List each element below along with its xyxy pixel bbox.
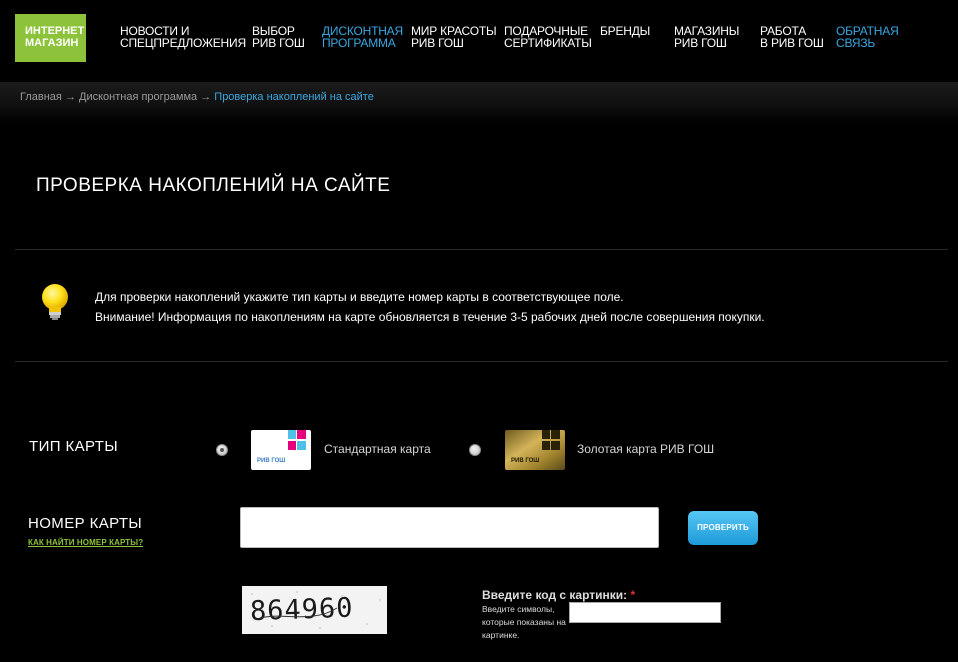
nav-feedback[interactable]: ОБРАТНАЯ СВЯЗЬ xyxy=(836,25,899,49)
divider xyxy=(15,249,948,250)
breadcrumb-home[interactable]: Главная xyxy=(20,91,62,103)
gold-card-image[interactable]: РИВ ГОШ xyxy=(505,430,565,470)
captcha-code: 864960 xyxy=(249,593,354,628)
check-button[interactable]: ПРОВЕРИТЬ xyxy=(688,511,758,545)
breadcrumb-separator: → xyxy=(200,91,212,103)
card-number-label: НОМЕР КАРТЫ xyxy=(28,515,143,532)
captcha-title-text: Введите код с картинки: xyxy=(482,588,628,602)
info-line-1: Для проверки накоплений укажите тип карт… xyxy=(95,290,624,304)
captcha-input[interactable] xyxy=(569,602,721,623)
captcha-title: Введите код с картинки: * xyxy=(482,588,635,602)
breadcrumb-discount-program[interactable]: Дисконтная программа xyxy=(79,91,197,103)
top-navigation: ИНТЕРНЕТ МАГАЗИН НОВОСТИ И СПЕЦПРЕДЛОЖЕН… xyxy=(0,0,958,82)
nav-choice[interactable]: ВЫБОР РИВ ГОШ xyxy=(252,25,305,49)
card-number-input[interactable] xyxy=(240,507,659,548)
breadcrumb: Главная → Дисконтная программа → Проверк… xyxy=(20,91,374,103)
nav-gift-certificates[interactable]: ПОДАРОЧНЫЕ СЕРТИФИКАТЫ xyxy=(504,25,592,49)
info-line-2: Внимание! Информация по накоплениям на к… xyxy=(95,310,765,324)
breadcrumb-separator: → xyxy=(64,91,76,103)
info-text: Для проверки накоплений укажите тип карт… xyxy=(95,287,765,327)
lightbulb-icon xyxy=(42,284,68,320)
nav-discount-program[interactable]: ДИСКОНТНАЯ ПРОГРАММА xyxy=(322,25,403,49)
find-card-number-link[interactable]: КАК НАЙТИ НОМЕР КАРТЫ? xyxy=(28,538,143,547)
gold-card-radio[interactable] xyxy=(469,444,481,456)
standard-card-image[interactable]: РИВ ГОШ xyxy=(251,430,311,470)
nav-careers[interactable]: РАБОТА В РИВ ГОШ xyxy=(760,25,824,49)
nav-brands[interactable]: БРЕНДЫ xyxy=(600,25,650,37)
gold-card-label[interactable]: Золотая карта РИВ ГОШ xyxy=(577,442,714,456)
required-mark: * xyxy=(630,588,636,602)
standard-card-radio[interactable] xyxy=(216,444,228,456)
nav-news[interactable]: НОВОСТИ И СПЕЦПРЕДЛОЖЕНИЯ xyxy=(120,25,246,49)
nav-beauty-world[interactable]: МИР КРАСОТЫ РИВ ГОШ xyxy=(411,25,497,49)
online-shop-button[interactable]: ИНТЕРНЕТ МАГАЗИН xyxy=(15,14,86,62)
gold-card-logo-text: РИВ ГОШ xyxy=(511,458,539,464)
card-type-label: ТИП КАРТЫ xyxy=(29,438,119,455)
captcha-hint: Введите символы, которые показаны на кар… xyxy=(482,604,566,640)
page-title: ПРОВЕРКА НАКОПЛЕНИЙ НА САЙТЕ xyxy=(36,175,391,196)
standard-card-logo-text: РИВ ГОШ xyxy=(257,458,285,464)
divider xyxy=(15,361,948,362)
breadcrumb-current: Проверка накоплений на сайте xyxy=(214,91,374,103)
nav-stores[interactable]: МАГАЗИНЫ РИВ ГОШ xyxy=(674,25,739,49)
captcha-image: 864960 xyxy=(242,586,387,634)
standard-card-label[interactable]: Стандартная карта xyxy=(324,442,431,456)
breadcrumb-bar: Главная → Дисконтная программа → Проверк… xyxy=(0,82,958,124)
